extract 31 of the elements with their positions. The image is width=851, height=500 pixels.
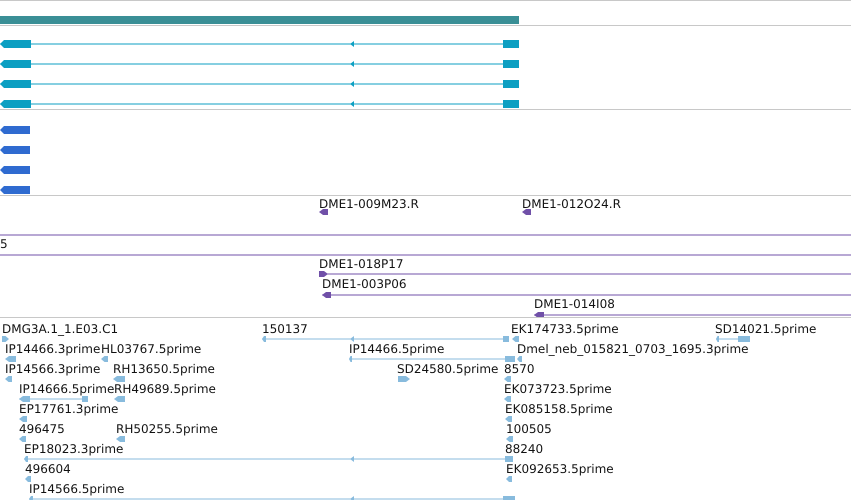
feature-label: SD14021.5prime bbox=[715, 322, 816, 336]
feature-label: RH49689.5prime bbox=[114, 382, 216, 396]
feature-label: DME1-018P17 bbox=[319, 257, 404, 271]
feature-label: DME1-003P06 bbox=[322, 277, 407, 291]
feature-label: DME1-009M23.R bbox=[319, 197, 419, 211]
feature-label: 150137 bbox=[262, 322, 308, 336]
feature-label: EK092653.5prime bbox=[506, 462, 614, 476]
feature-label: EP18023.3prime bbox=[24, 442, 124, 456]
feature-label: DME1-012O24.R bbox=[522, 197, 621, 211]
feature-label: 5 bbox=[0, 237, 8, 251]
feature-label: DME1-014I08 bbox=[534, 297, 615, 311]
feature-label: DMG3A.1_1.E03.C1 bbox=[2, 322, 118, 336]
feature-label: IP14566.5prime bbox=[29, 482, 124, 496]
feature-label: EK174733.5prime bbox=[511, 322, 619, 336]
feature-label: HL03767.5prime bbox=[101, 342, 202, 356]
feature-label: IP14466.5prime bbox=[349, 342, 444, 356]
feature-label: RH50255.5prime bbox=[116, 422, 218, 436]
feature-label: RH13650.5prime bbox=[113, 362, 215, 376]
feature-label: 496475 bbox=[19, 422, 65, 436]
feature-label: 8570 bbox=[504, 362, 535, 376]
feature-label: EK073723.5prime bbox=[504, 382, 612, 396]
feature-label: IP14566.3prime bbox=[5, 362, 100, 376]
feature-label: Dmel_neb_015821_0703_1695.3prime bbox=[517, 342, 749, 356]
feature-label: IP14666.5prime bbox=[19, 382, 114, 396]
feature-label: EK085158.5prime bbox=[505, 402, 613, 416]
feature-label: 496604 bbox=[25, 462, 71, 476]
feature-label: SD24580.5prime bbox=[397, 362, 498, 376]
feature-label: IP14466.3prime bbox=[5, 342, 100, 356]
feature-label: 88240 bbox=[505, 442, 544, 456]
feature-label: EP17761.3prime bbox=[19, 402, 118, 416]
feature-label: 100505 bbox=[506, 422, 552, 436]
